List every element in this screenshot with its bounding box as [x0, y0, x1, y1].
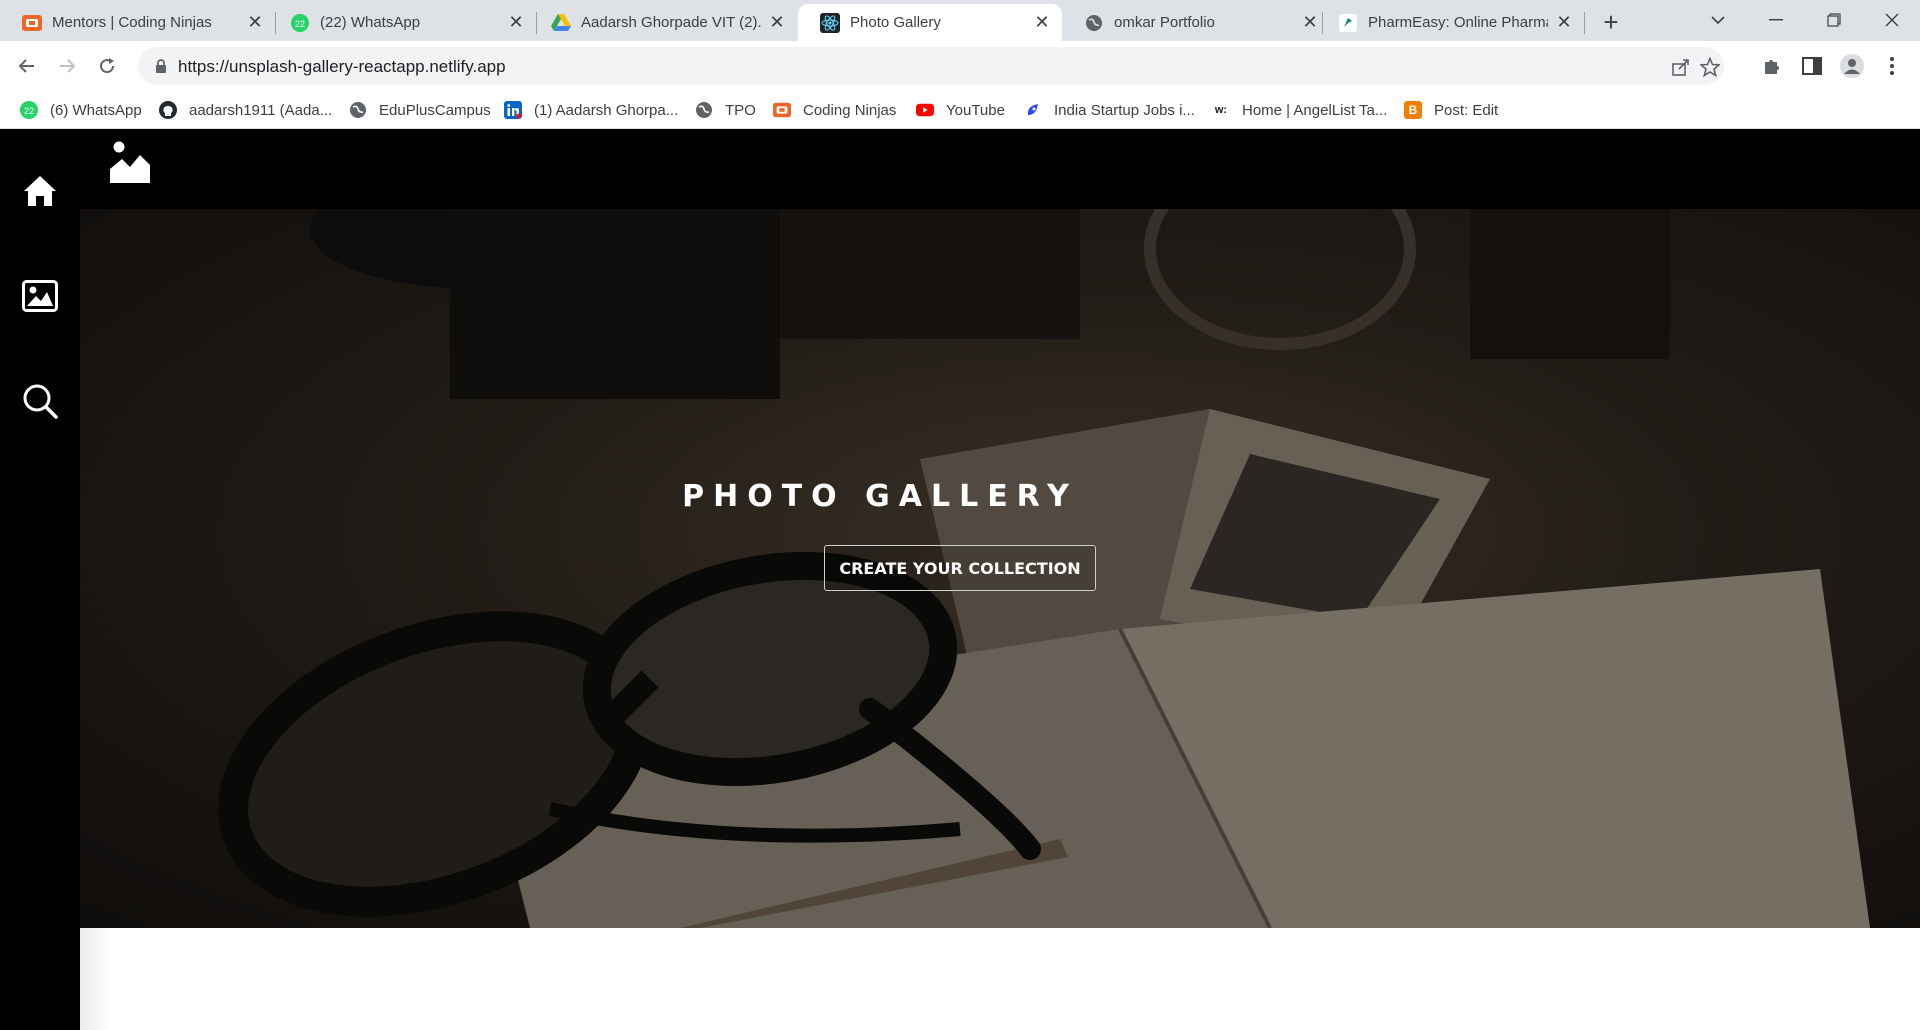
- bookmark-whatsapp[interactable]: 22 (6) WhatsApp: [20, 99, 142, 121]
- home-icon[interactable]: [20, 171, 60, 211]
- tab-whatsapp[interactable]: 22 (22) WhatsApp ✕: [268, 4, 536, 41]
- browser-toolbar: https://unsplash-gallery-reactapp.netlif…: [0, 41, 1920, 91]
- tab-pharmeasy[interactable]: PharmEasy: Online Pharmac ✕: [1316, 4, 1584, 41]
- bookmark-india-startup-jobs[interactable]: India Startup Jobs i...: [1024, 99, 1195, 121]
- tab-coding-ninjas[interactable]: Mentors | Coding Ninjas ✕: [0, 4, 275, 41]
- forward-button[interactable]: [51, 50, 83, 82]
- coding-ninjas-icon: [773, 101, 791, 119]
- whatsapp-icon: 22: [20, 101, 38, 119]
- tab-search-icon[interactable]: [1698, 6, 1738, 34]
- profile-icon[interactable]: [1840, 54, 1864, 78]
- svg-text:22: 22: [24, 106, 34, 116]
- close-window-button[interactable]: [1872, 6, 1912, 34]
- close-icon[interactable]: ✕: [1032, 12, 1052, 33]
- logo-icon[interactable]: [108, 141, 152, 185]
- pharmeasy-icon: [1338, 13, 1358, 33]
- globe-icon: [1084, 13, 1104, 33]
- bookmark-github[interactable]: aadarsh1911 (Aada...: [159, 99, 332, 121]
- address-bar[interactable]: https://unsplash-gallery-reactapp.netlif…: [138, 47, 1724, 85]
- gallery-icon[interactable]: [20, 276, 60, 316]
- hero-banner: PHOTO GALLERY CREATE YOUR COLLECTION: [80, 209, 1920, 928]
- bookmark-angellist[interactable]: w: Home | AngelList Ta...: [1212, 99, 1388, 121]
- bookmark-coding-ninjas[interactable]: Coding Ninjas: [773, 99, 896, 121]
- close-icon[interactable]: ✕: [245, 12, 265, 33]
- blogger-icon: B: [1404, 101, 1422, 119]
- lock-icon[interactable]: [152, 57, 170, 75]
- bookmark-youtube[interactable]: YouTube: [916, 99, 1005, 121]
- top-navbar: [80, 129, 1920, 209]
- tab-separator: [1584, 12, 1585, 34]
- restore-button[interactable]: [1814, 6, 1854, 34]
- content-area-edge: [80, 928, 110, 1030]
- whatsapp-icon: 22: [290, 13, 310, 33]
- bookmark-tpo[interactable]: TPO: [695, 99, 756, 121]
- hero-title: PHOTO GALLERY: [682, 479, 1078, 514]
- bookmark-edupluscampus[interactable]: EduPlusCampus: [349, 99, 491, 121]
- svg-text:22: 22: [295, 19, 305, 29]
- bookmark-blogger[interactable]: B Post: Edit: [1404, 99, 1498, 121]
- bookmark-star-icon[interactable]: [1699, 56, 1721, 78]
- angellist-icon: w:: [1214, 104, 1228, 116]
- minimize-button[interactable]: [1756, 6, 1796, 34]
- close-icon[interactable]: ✕: [506, 12, 526, 33]
- react-icon: [820, 12, 840, 33]
- create-collection-button[interactable]: CREATE YOUR COLLECTION: [824, 545, 1096, 591]
- url-text[interactable]: https://unsplash-gallery-reactapp.netlif…: [178, 57, 506, 77]
- close-icon[interactable]: ✕: [1554, 12, 1574, 33]
- linkedin-icon: [504, 101, 522, 119]
- reload-button[interactable]: [91, 50, 123, 82]
- side-panel-icon[interactable]: [1800, 54, 1824, 78]
- menu-icon[interactable]: [1880, 54, 1904, 78]
- tab-strip: Mentors | Coding Ninjas ✕ 22 (22) WhatsA…: [0, 0, 1920, 41]
- share-icon[interactable]: [1670, 56, 1692, 78]
- tab-google-drive[interactable]: Aadarsh Ghorpade VIT (2).p ✕: [529, 4, 797, 41]
- startup-jobs-icon: [1024, 101, 1042, 119]
- new-tab-button[interactable]: +: [1597, 7, 1625, 37]
- extensions-icon[interactable]: [1760, 54, 1784, 78]
- coding-ninjas-icon: [22, 13, 42, 33]
- bookmarks-bar: 22 (6) WhatsApp aadarsh1911 (Aada... Edu…: [0, 91, 1920, 129]
- youtube-icon: [916, 101, 934, 119]
- sidebar: [0, 129, 80, 1030]
- github-icon: [159, 101, 177, 119]
- globe-icon: [695, 101, 713, 119]
- globe-icon: [349, 101, 367, 119]
- bookmark-linkedin[interactable]: (1) Aadarsh Ghorpa...: [504, 99, 678, 121]
- tab-photo-gallery[interactable]: Photo Gallery ✕: [798, 4, 1062, 41]
- search-icon[interactable]: [20, 381, 60, 421]
- back-button[interactable]: [11, 50, 43, 82]
- google-drive-icon: [551, 13, 571, 33]
- page-viewport: PHOTO GALLERY CREATE YOUR COLLECTION: [0, 129, 1920, 1030]
- tab-omkar-portfolio[interactable]: omkar Portfolio ✕: [1062, 4, 1330, 41]
- close-icon[interactable]: ✕: [767, 12, 787, 33]
